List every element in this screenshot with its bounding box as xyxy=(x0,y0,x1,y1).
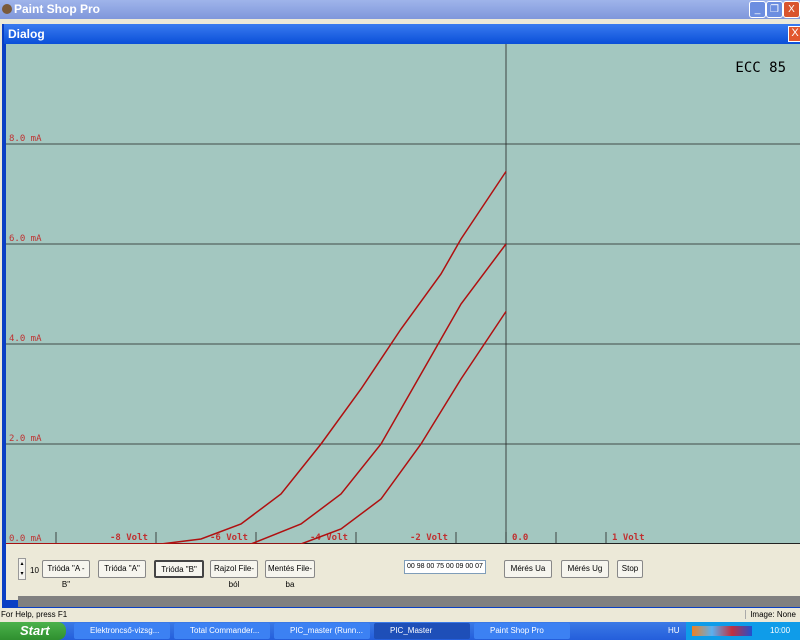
x-tick-label: 0.0 xyxy=(512,533,528,543)
y-tick-label: 6.0 mA xyxy=(9,234,42,244)
spin-value: 10 xyxy=(30,566,39,575)
mentes-file-button[interactable]: Mentés File-ba xyxy=(265,560,315,589)
trioda-b-button[interactable]: Trióda "B" xyxy=(154,560,204,578)
task-pic-master-running[interactable]: PIC_master (Runn... xyxy=(274,623,370,639)
meres-ua-button[interactable]: Mérés Ua xyxy=(504,560,552,578)
x-tick-label: -2 Volt xyxy=(410,533,448,543)
start-button[interactable]: Start xyxy=(0,622,66,640)
task-pic-master[interactable]: PIC_Master xyxy=(374,623,470,639)
x-tick-label: -8 Volt xyxy=(110,533,148,543)
task-paint-shop-pro[interactable]: Paint Shop Pro xyxy=(474,623,570,639)
app-icon xyxy=(2,4,12,14)
help-text: For Help, press F1 xyxy=(1,610,68,619)
status-bar: For Help, press F1 Image: None xyxy=(0,608,800,622)
trioda-a-button[interactable]: Trióda "A" xyxy=(98,560,146,578)
app-close-button[interactable]: X xyxy=(783,1,800,18)
y-tick-label: 2.0 mA xyxy=(9,434,42,444)
dialog-title: Dialog xyxy=(8,27,45,41)
task-total-commander[interactable]: Total Commander... xyxy=(174,623,270,639)
clock: 10:00 xyxy=(770,626,791,635)
meres-ug-button[interactable]: Mérés Ug xyxy=(561,560,609,578)
trioda-ab-button[interactable]: Trióda "A - B" xyxy=(42,560,90,589)
y-tick-label: 4.0 mA xyxy=(9,334,42,344)
app-title-bar: Paint Shop Pro xyxy=(0,0,800,19)
x-tick-label: -6 Volt xyxy=(210,533,248,543)
tube-characteristic-chart: 0.0 mA 2.0 mA 4.0 mA 6.0 mA 8.0 mA -8 Volt -6 … xyxy=(6,44,800,544)
language-indicator[interactable]: HU xyxy=(668,622,680,640)
x-tick-label: 1 Volt xyxy=(612,533,645,543)
minimize-button[interactable]: _ xyxy=(749,1,766,18)
dialog-title-bar: Dialog xyxy=(4,24,800,44)
restore-button[interactable]: ❐ xyxy=(766,1,783,18)
dialog-close-button[interactable]: X xyxy=(788,26,800,42)
horizontal-scrollbar[interactable] xyxy=(18,596,800,607)
control-panel: ▴ ▾ 10 Trióda "A - B" Trióda "A" Trióda "… xyxy=(6,544,800,600)
app-title: Paint Shop Pro xyxy=(14,2,101,16)
start-label: Start xyxy=(20,623,50,638)
series-line xyxy=(6,311,507,544)
y-tick-label: 8.0 mA xyxy=(9,134,42,144)
plot-area: 0.0 mA 2.0 mA 4.0 mA 6.0 mA 8.0 mA -8 Volt -6 … xyxy=(6,44,800,544)
system-tray: HU 10:00 xyxy=(668,622,800,640)
stop-button[interactable]: Stop xyxy=(617,560,643,578)
taskbar: Start Elektroncső-vizsg... Total Command… xyxy=(0,622,800,640)
image-status: Image: None xyxy=(745,610,796,619)
chart-title: ECC 85 xyxy=(735,60,786,76)
hex-value-field[interactable]: 00 98 00 75 00 09 00 07 xyxy=(404,560,486,574)
y-tick-label: 0.0 mA xyxy=(9,534,42,544)
task-elektroncso[interactable]: Elektroncső-vizsg... xyxy=(74,623,170,639)
spin-control[interactable]: ▴ ▾ xyxy=(18,558,26,580)
tray-icons[interactable] xyxy=(692,626,752,636)
rajzol-file-button[interactable]: Rajzol File-ból xyxy=(210,560,258,589)
